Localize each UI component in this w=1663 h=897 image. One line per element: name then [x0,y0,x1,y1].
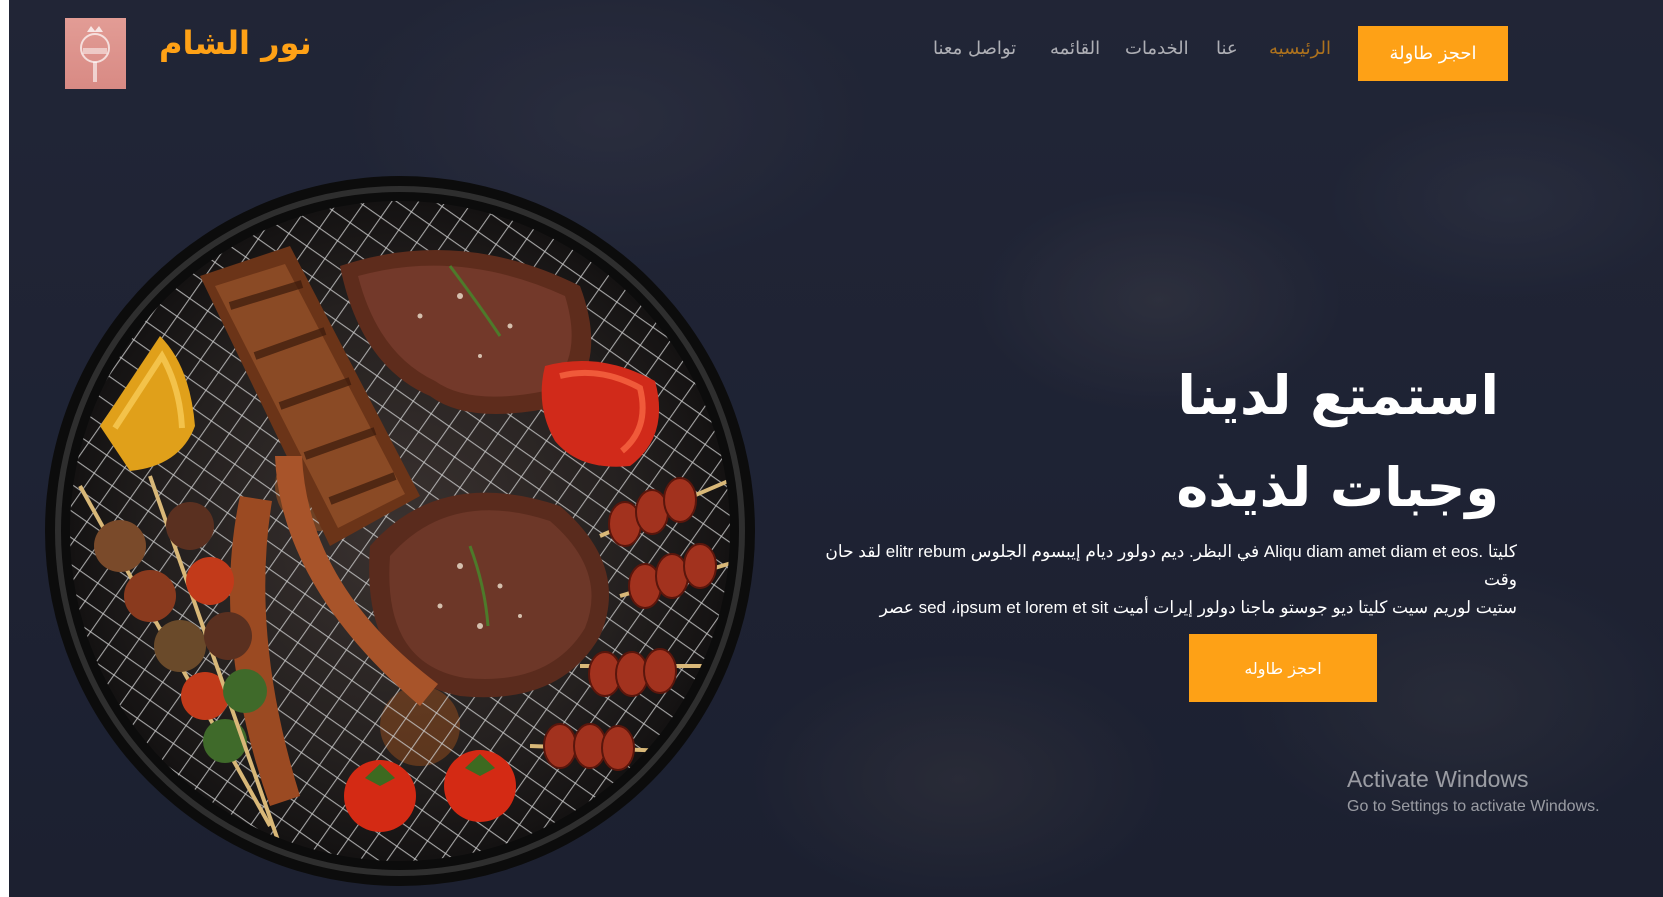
watermark-title: Activate Windows [1347,766,1529,792]
hero-description: كليتا .Aliqu diam amet diam et eos في ال… [809,538,1517,622]
hero-description-line-1: كليتا .Aliqu diam amet diam et eos في ال… [825,542,1517,589]
activate-windows-watermark: Activate Windows Go to Settings to activ… [1347,765,1663,819]
hero-section: نور الشام الرئيسيه عنا الخدمات القائمه ت… [9,0,1663,897]
nav-link-menu[interactable]: القائمه [1050,38,1100,59]
hero-description-line-2: ستيت لوريم سيت كليتا ديو جوستو ماجنا دول… [879,598,1517,617]
book-table-button[interactable]: احجز طاولة [1358,26,1508,81]
restaurant-logo-icon[interactable] [65,18,126,89]
hero-title-line-1: استمتع لدينا [1177,364,1499,427]
nav-link-home[interactable]: الرئيسيه [1269,38,1331,59]
watermark-subtitle: Go to Settings to activate Windows. [1347,798,1600,815]
hero-book-table-button[interactable]: احجز طاوله [1189,634,1377,702]
page: نور الشام الرئيسيه عنا الخدمات القائمه ت… [0,0,1663,897]
grill-food-image [45,176,755,886]
nav-link-services[interactable]: الخدمات [1125,38,1189,59]
hero-title-line-2: وجبات لذيذه [1176,456,1499,519]
brand-name[interactable]: نور الشام [159,24,319,62]
nav-link-about[interactable]: عنا [1216,38,1238,59]
nav-link-contact[interactable]: تواصل معنا [933,38,1016,59]
hero-title: استمتع لدينا وجبات لذيذه [1029,350,1499,534]
